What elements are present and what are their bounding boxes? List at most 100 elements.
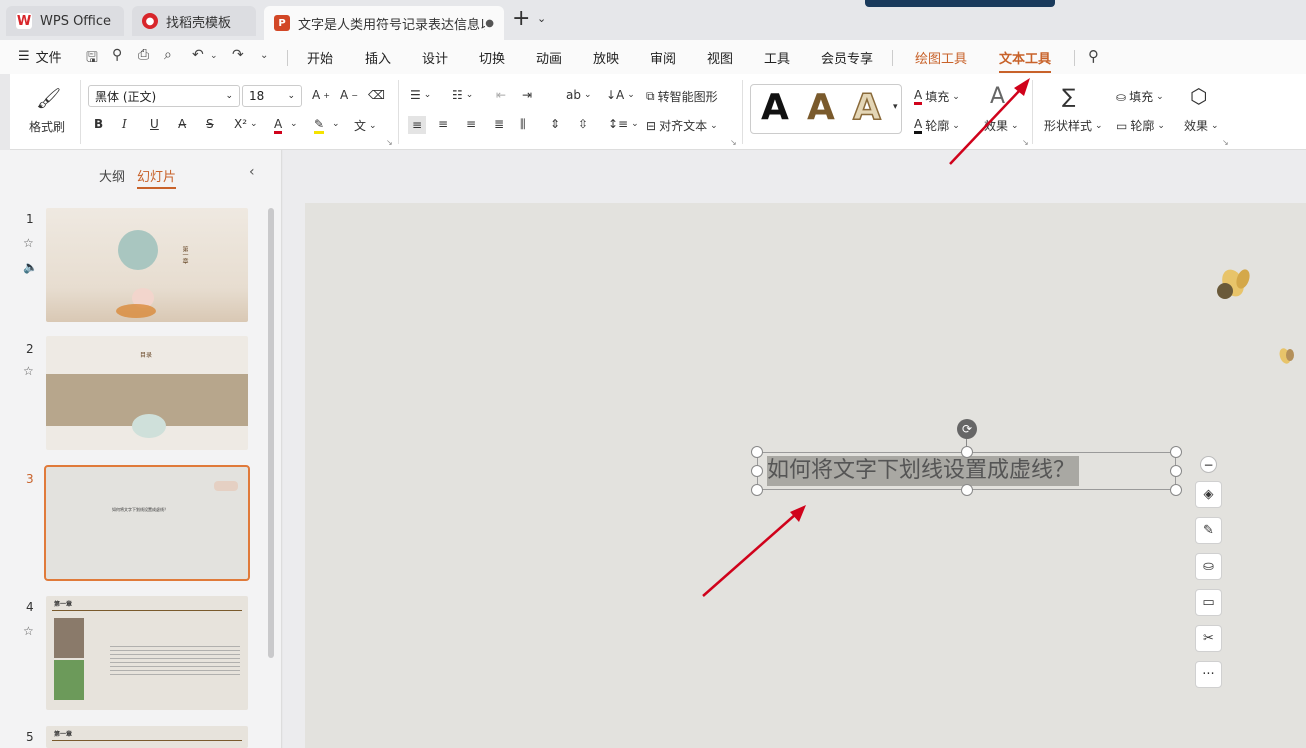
superscript-icon[interactable]: X² ⌄	[234, 117, 258, 131]
italic-icon[interactable]: I	[122, 117, 127, 131]
more-options-icon[interactable]: ···	[1195, 661, 1222, 688]
font-size-select[interactable]: 18 ⌄	[242, 85, 302, 107]
chevron-down-icon[interactable]: ⌄	[537, 12, 546, 25]
collapse-panel-icon[interactable]: ‹	[249, 164, 255, 180]
shape-effect-icon[interactable]: ⬡	[1190, 84, 1207, 108]
align-center-icon[interactable]: ≡	[438, 117, 448, 131]
paragraph-dialog-icon[interactable]: ↘	[730, 138, 737, 147]
slide-thumbnail-5[interactable]: 第一章	[46, 726, 248, 748]
tab-slides[interactable]: 幻灯片	[137, 166, 177, 189]
selected-title-text[interactable]: 如何将文字下划线设置成虚线？	[767, 456, 1080, 486]
print-icon[interactable]: ⎙	[138, 47, 149, 63]
resize-handle-w[interactable]	[751, 465, 763, 477]
resize-handle-n[interactable]	[961, 446, 973, 458]
redo-icon[interactable]: ↷	[232, 47, 244, 63]
chevron-down-icon[interactable]: ⌄	[290, 119, 298, 129]
decrease-font-icon[interactable]: A −	[340, 88, 358, 102]
resize-handle-e[interactable]	[1170, 465, 1182, 477]
decrease-indent-icon[interactable]: ⇤	[496, 88, 506, 102]
pen-icon[interactable]: ✎	[1195, 517, 1222, 544]
resize-handle-nw[interactable]	[751, 446, 763, 458]
panel-scrollbar[interactable]	[268, 208, 274, 658]
font-name-select[interactable]: 黑体 (正文) ⌄	[88, 85, 240, 107]
chevron-down-icon[interactable]: ⌄	[332, 119, 340, 129]
tools-icon[interactable]: ✂	[1195, 625, 1222, 652]
paragraph-spacing-icon[interactable]: ⇕	[550, 117, 560, 131]
font-color-icon[interactable]: A	[274, 117, 283, 134]
menu-transition[interactable]: 切换	[479, 48, 505, 67]
search-icon[interactable]: ⚲	[1088, 47, 1099, 65]
share-icon[interactable]: ⚲	[112, 47, 122, 63]
strikethrough-icon[interactable]: A̶	[178, 117, 186, 131]
align-left-icon[interactable]: ≡	[408, 116, 427, 134]
shape-style-button[interactable]: 形状样式 ⌄	[1044, 117, 1103, 134]
shape-effect-button[interactable]: 效果 ⌄	[1184, 117, 1219, 134]
save-icon[interactable]: 🖫	[86, 47, 98, 71]
undo-icon[interactable]: ↶	[192, 47, 204, 63]
line-spacing-ab-icon[interactable]: ab ⌄	[566, 88, 592, 102]
slide-thumbnail-4[interactable]: 第一章	[46, 596, 248, 710]
gallery-more-icon[interactable]: ▾	[893, 102, 898, 112]
increase-font-icon[interactable]: A +	[312, 88, 330, 102]
text-effect-icon[interactable]: A	[990, 84, 1005, 109]
menu-design[interactable]: 设计	[422, 48, 448, 67]
rotate-handle-icon[interactable]: ⟳	[957, 419, 977, 439]
slide-thumbnail-2[interactable]: 目录	[46, 336, 248, 450]
align-right-icon[interactable]: ≡	[466, 117, 476, 131]
justify-icon[interactable]: ≣	[494, 117, 504, 131]
resize-handle-ne[interactable]	[1170, 446, 1182, 458]
text-direction-icon[interactable]: ↓A ⌄	[606, 88, 635, 102]
text-dialog-icon[interactable]: ↘	[1022, 138, 1029, 147]
slide-thumbnail-3[interactable]: 如何将文字下划线设置成虚线？	[44, 465, 250, 581]
menu-text-tools[interactable]: 文本工具	[999, 48, 1052, 73]
star-icon[interactable]: ☆	[23, 624, 34, 638]
new-tab-icon[interactable]: +	[512, 8, 530, 30]
smart-art-button[interactable]: ⧉ 转智能图形	[646, 88, 718, 105]
tab-close-icon[interactable]: ●	[485, 18, 494, 29]
text-effect-button[interactable]: 效果 ⌄	[984, 117, 1019, 134]
distribute-icon[interactable]: ⫼	[520, 117, 526, 132]
speaker-icon[interactable]: 🔈	[23, 260, 38, 274]
style-brown-a[interactable]: A	[807, 87, 835, 128]
phonetic-icon[interactable]: 文 ⌄	[354, 117, 377, 134]
increase-indent-icon[interactable]: ⇥	[522, 88, 532, 102]
columns-icon[interactable]: ↕≡ ⌄	[608, 117, 639, 131]
tab-wps-office[interactable]: W WPS Office	[6, 6, 124, 36]
file-menu[interactable]: ☰ 文件	[18, 47, 62, 66]
bold-icon[interactable]: B	[94, 117, 103, 131]
more-commands-icon[interactable]: ⌄	[260, 50, 268, 61]
menu-drawing-tools[interactable]: 绘图工具	[915, 48, 967, 67]
menu-home[interactable]: 开始	[307, 48, 333, 67]
format-painter-label[interactable]: 格式刷	[29, 118, 65, 135]
resize-handle-s[interactable]	[961, 484, 973, 496]
layers-icon[interactable]: ◈	[1195, 481, 1222, 508]
format-painter-icon[interactable]: 🖌	[36, 86, 61, 110]
slide-thumbnail-1[interactable]: 第一章	[46, 208, 248, 322]
print-preview-icon[interactable]: ⌕	[164, 47, 172, 63]
star-icon[interactable]: ☆	[23, 236, 34, 250]
text-outline-button[interactable]: A 轮廓 ⌄	[914, 117, 960, 134]
resize-handle-sw[interactable]	[751, 484, 763, 496]
fill-bucket-icon[interactable]: ⛀	[1195, 553, 1222, 580]
menu-view[interactable]: 视图	[707, 48, 733, 67]
shape-outline-button[interactable]: ▭ 轮廓 ⌄	[1116, 117, 1165, 134]
star-icon[interactable]: ☆	[23, 364, 34, 378]
resize-handle-se[interactable]	[1170, 484, 1182, 496]
menu-review[interactable]: 审阅	[650, 48, 676, 67]
menu-animation[interactable]: 动画	[536, 48, 562, 67]
tab-current-document[interactable]: P 文字是人类用符号记录表达信息以 ●	[264, 6, 504, 40]
menu-insert[interactable]: 插入	[365, 48, 391, 67]
undo-dropdown-icon[interactable]: ⌄	[210, 51, 218, 61]
menu-tools[interactable]: 工具	[764, 48, 790, 67]
eraser-icon[interactable]: ⌫	[368, 88, 385, 102]
style-outline-a[interactable]: A	[852, 86, 881, 129]
font-dialog-icon[interactable]: ↘	[386, 138, 393, 147]
collapse-toolbar-icon[interactable]: −	[1200, 456, 1217, 473]
menu-slideshow[interactable]: 放映	[593, 48, 619, 67]
numbered-list-icon[interactable]: ☷ ⌄	[452, 88, 473, 102]
align-text-button[interactable]: ⊟ 对齐文本 ⌄	[646, 117, 718, 134]
shape-style-icon[interactable]: ∑	[1062, 84, 1075, 108]
text-fill-button[interactable]: A 填充 ⌄	[914, 88, 960, 105]
style-black-a[interactable]: A	[761, 87, 789, 128]
bullet-list-icon[interactable]: ☰ ⌄	[410, 88, 431, 102]
